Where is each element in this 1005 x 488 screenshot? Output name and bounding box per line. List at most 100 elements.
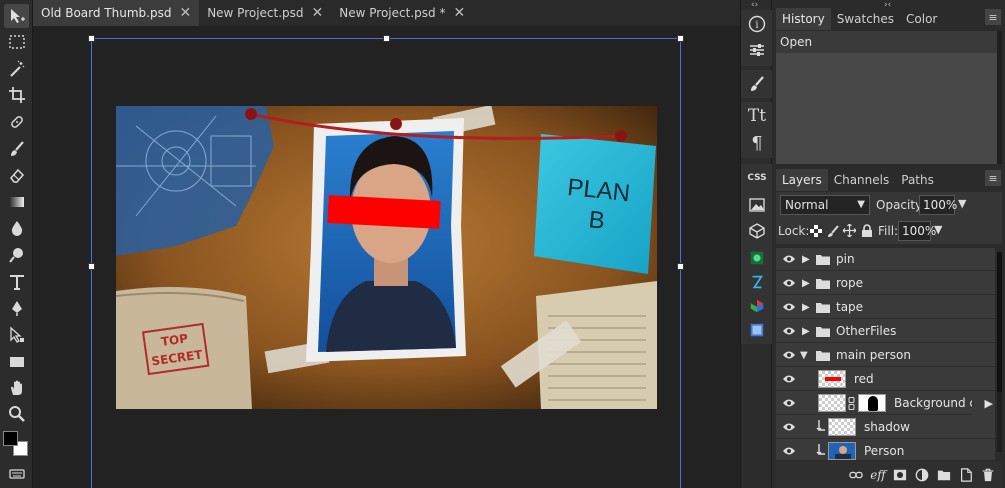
- layer-row-main-person[interactable]: ▼ main person: [776, 344, 995, 367]
- expand-arrow-icon[interactable]: ▶: [802, 254, 810, 265]
- move-tool-icon[interactable]: [4, 4, 29, 28]
- link-layers-icon[interactable]: [848, 467, 864, 483]
- history-scrollbar[interactable]: [997, 31, 1002, 164]
- layer-name: pin: [836, 252, 855, 266]
- pen-tool-icon[interactable]: [4, 296, 29, 320]
- expand-arrow-icon[interactable]: ▶: [802, 326, 810, 337]
- visibility-eye-icon[interactable]: [782, 253, 796, 265]
- layer-row-tape[interactable]: ▶ tape: [776, 296, 995, 319]
- collapse-arrows-icon[interactable]: ‹›: [751, 0, 758, 10]
- type-tool-icon[interactable]: [4, 270, 29, 294]
- history-item-open[interactable]: Open: [780, 35, 812, 49]
- mask-link-icon[interactable]: [848, 397, 855, 410]
- tab-color[interactable]: Color: [900, 8, 943, 30]
- info-icon[interactable]: i: [744, 12, 770, 36]
- visibility-eye-icon[interactable]: [782, 445, 796, 457]
- transform-handle[interactable]: [383, 35, 390, 42]
- canvas-artwork[interactable]: TOP SECRET PLAN B: [116, 106, 657, 409]
- gradient-tool-icon[interactable]: [4, 190, 29, 214]
- adjustments-icon[interactable]: [744, 38, 770, 62]
- layer-effects-arrow-icon[interactable]: ▶: [972, 392, 995, 415]
- visibility-eye-icon[interactable]: [782, 373, 796, 385]
- layer-row-person[interactable]: Person: [776, 440, 995, 460]
- 3d-cube-icon[interactable]: [744, 219, 770, 243]
- canvas-workspace[interactable]: TOP SECRET PLAN B: [33, 26, 740, 488]
- brush-tool-icon[interactable]: [4, 137, 29, 161]
- opacity-dropdown-icon[interactable]: ▼: [958, 197, 966, 210]
- magic-wand-tool-icon[interactable]: [4, 57, 29, 81]
- blend-mode-select[interactable]: Normal ▼: [780, 195, 870, 215]
- tab-channels[interactable]: Channels: [828, 169, 896, 191]
- layers-scrollbar[interactable]: [997, 252, 1002, 452]
- layers-scrollbar-thumb[interactable]: [997, 252, 1002, 392]
- lock-position-icon[interactable]: [843, 224, 856, 237]
- paragraph-icon[interactable]: ¶: [744, 131, 770, 155]
- lock-pixels-icon[interactable]: [827, 225, 839, 237]
- fill-input[interactable]: 100%: [898, 221, 936, 241]
- transform-handle[interactable]: [677, 263, 684, 270]
- layer-row-red[interactable]: red: [776, 368, 995, 391]
- opacity-input[interactable]: 100%: [919, 195, 957, 215]
- plugin-color-icon[interactable]: [744, 294, 770, 318]
- new-group-icon[interactable]: [936, 467, 952, 483]
- layer-row-otherfiles[interactable]: ▶ OtherFiles: [776, 320, 995, 343]
- layer-row-shadow[interactable]: shadow: [776, 416, 995, 439]
- lock-transparency-icon[interactable]: [810, 225, 822, 237]
- plugin-blue-icon[interactable]: [744, 270, 770, 294]
- panel-menu-icon[interactable]: ≡: [985, 9, 1001, 25]
- visibility-eye-icon[interactable]: [782, 397, 796, 409]
- tab-layers[interactable]: Layers: [776, 169, 828, 191]
- tab-old-board-thumb[interactable]: Old Board Thumb.psd ✕: [33, 0, 200, 26]
- keyboard-icon[interactable]: [4, 462, 29, 486]
- fill-dropdown-icon[interactable]: ▼: [934, 223, 942, 236]
- visibility-eye-icon[interactable]: [782, 349, 796, 361]
- close-icon[interactable]: ✕: [179, 5, 191, 21]
- tab-swatches[interactable]: Swatches: [831, 8, 900, 30]
- visibility-eye-icon[interactable]: [782, 277, 796, 289]
- tab-new-project-unsaved[interactable]: New Project.psd * ✕: [331, 0, 473, 26]
- css-icon[interactable]: CSS: [744, 166, 770, 190]
- brush-settings-icon[interactable]: [744, 72, 770, 96]
- transform-handle[interactable]: [88, 263, 95, 270]
- layer-mask-thumbnail[interactable]: [858, 394, 886, 412]
- image-icon[interactable]: [744, 193, 770, 217]
- lock-all-icon[interactable]: [861, 224, 873, 237]
- close-icon[interactable]: ✕: [312, 5, 324, 21]
- dodge-tool-icon[interactable]: [4, 243, 29, 267]
- plugin-green-icon[interactable]: [744, 246, 770, 270]
- eraser-tool-icon[interactable]: [4, 163, 29, 187]
- adjustment-layer-icon[interactable]: [914, 467, 930, 483]
- visibility-eye-icon[interactable]: [782, 421, 796, 433]
- foreground-color-swatch[interactable]: [3, 431, 18, 446]
- character-icon[interactable]: Tt: [744, 104, 770, 128]
- zoom-tool-icon[interactable]: [4, 402, 29, 426]
- collapse-arrow-icon[interactable]: ▼: [800, 350, 808, 361]
- crop-tool-icon[interactable]: [4, 83, 29, 107]
- visibility-eye-icon[interactable]: [782, 301, 796, 313]
- marquee-tool-icon[interactable]: [4, 30, 29, 54]
- transform-handle[interactable]: [677, 35, 684, 42]
- plugin-image-icon[interactable]: [744, 318, 770, 342]
- tab-paths[interactable]: Paths: [895, 169, 940, 191]
- rectangle-tool-icon[interactable]: [4, 350, 29, 374]
- panel-menu-icon[interactable]: ≡: [985, 170, 1001, 186]
- color-swatches[interactable]: [3, 431, 30, 459]
- expand-arrow-icon[interactable]: ▶: [802, 278, 810, 289]
- expand-arrow-icon[interactable]: ▶: [802, 302, 810, 313]
- visibility-eye-icon[interactable]: [782, 325, 796, 337]
- tab-history[interactable]: History: [776, 8, 831, 30]
- delete-layer-icon[interactable]: [980, 467, 996, 483]
- new-layer-icon[interactable]: [958, 467, 974, 483]
- close-icon[interactable]: ✕: [453, 5, 465, 21]
- layer-effects-button[interactable]: eff: [870, 467, 886, 483]
- healing-brush-tool-icon[interactable]: [4, 110, 29, 134]
- layer-row-background-copy[interactable]: Background copy ▶: [776, 392, 995, 415]
- tab-new-project[interactable]: New Project.psd ✕: [199, 0, 331, 26]
- blur-tool-icon[interactable]: [4, 216, 29, 240]
- layer-row-pin[interactable]: ▶ pin: [776, 248, 995, 271]
- transform-handle[interactable]: [88, 35, 95, 42]
- hand-tool-icon[interactable]: [4, 376, 29, 400]
- path-select-tool-icon[interactable]: [4, 323, 29, 347]
- add-mask-icon[interactable]: [892, 467, 908, 483]
- layer-row-rope[interactable]: ▶ rope: [776, 272, 995, 295]
